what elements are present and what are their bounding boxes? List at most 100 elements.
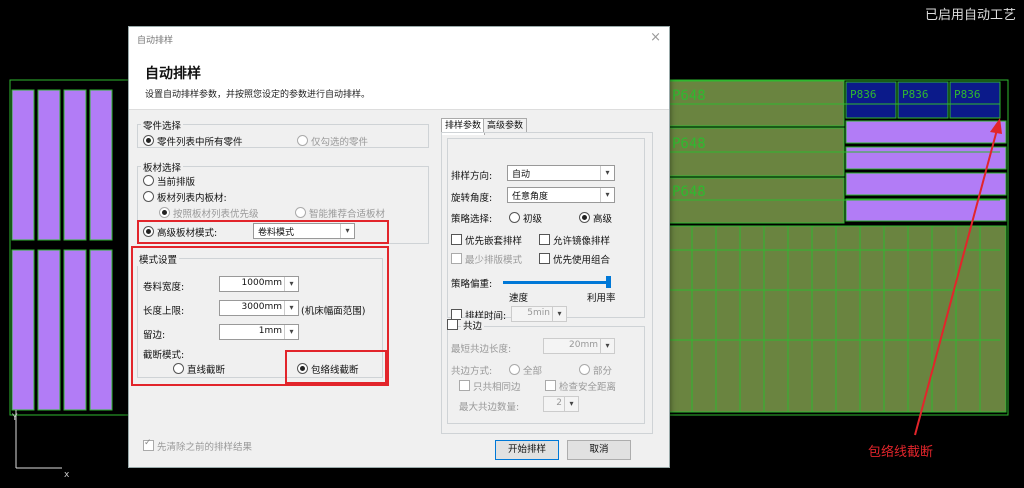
direction-select[interactable]: 自动 ▾ bbox=[507, 165, 615, 181]
parts-right bbox=[667, 80, 1007, 413]
current-sheet-label: 当前排版 bbox=[157, 177, 196, 188]
cancel-button[interactable]: 取消 bbox=[567, 440, 631, 460]
check-safe-label: 检查安全距离 bbox=[559, 382, 617, 393]
envelope-cut-label: 包络线截断 bbox=[311, 365, 359, 376]
max-edge-select[interactable]: 2 ▾ bbox=[543, 396, 579, 412]
smart-radio[interactable] bbox=[295, 207, 306, 218]
part-label-p648-1: P648 bbox=[672, 88, 706, 104]
nest-first-checkbox[interactable] bbox=[451, 234, 462, 245]
length-limit-value: 3000mm bbox=[241, 302, 282, 312]
nesting-time-select[interactable]: 5min ▾ bbox=[511, 306, 567, 322]
priority-label: 按照板材列表优先级 bbox=[173, 209, 259, 220]
strategy-basic-radio[interactable] bbox=[509, 212, 520, 223]
dialog-header: 自动排样 设置自动排样参数，并按照您设定的参数进行自动排样。 bbox=[129, 53, 669, 110]
cut-mode-label: 截断模式: bbox=[143, 350, 185, 361]
all-parts-radio[interactable] bbox=[143, 135, 154, 146]
edge-partial-label: 部分 bbox=[593, 366, 613, 377]
sheet-list-radio[interactable] bbox=[143, 191, 154, 202]
envelope-cut-radio[interactable] bbox=[297, 363, 308, 374]
min-sheet-label: 最少排版模式 bbox=[465, 255, 523, 266]
checked-parts-radio[interactable] bbox=[297, 135, 308, 146]
edge-all-radio[interactable] bbox=[509, 364, 520, 375]
advanced-mode-select[interactable]: 卷料模式 ▾ bbox=[253, 223, 355, 239]
bias-util-label: 利用率 bbox=[587, 293, 616, 304]
part-label-p836-1: P836 bbox=[850, 88, 877, 101]
roll-width-label: 卷料宽度: bbox=[143, 282, 185, 293]
roll-width-select[interactable]: 1000mm ▾ bbox=[219, 276, 299, 292]
dialog-title: 自动排样 bbox=[145, 66, 201, 82]
clear-previous-label: 先清除之前的排样结果 bbox=[157, 442, 253, 453]
length-limit-select[interactable]: 3000mm ▾ bbox=[219, 300, 299, 316]
strategy-advanced-label: 高级 bbox=[593, 214, 613, 225]
nest-first-label: 优先嵌套排样 bbox=[465, 236, 523, 247]
auto-nesting-dialog: 自动排样 × 自动排样 设置自动排样参数，并按照您设定的参数进行自动排样。 零件… bbox=[128, 26, 670, 468]
check-safe-checkbox[interactable] bbox=[545, 380, 556, 391]
auto-process-status: 已启用自动工艺 bbox=[924, 8, 1016, 23]
margin-select[interactable]: 1mm ▾ bbox=[219, 324, 299, 340]
tab-advanced-params[interactable]: 高级参数 bbox=[483, 118, 527, 133]
advanced-mode-label: 高级板材模式: bbox=[157, 228, 218, 239]
edge-partial-radio[interactable] bbox=[579, 364, 590, 375]
min-sheet-checkbox[interactable] bbox=[451, 253, 462, 264]
length-limit-note: (机床幅面范围) bbox=[301, 306, 366, 317]
same-edge-label: 只共相同边 bbox=[473, 382, 521, 393]
bias-label: 策略偏重: bbox=[451, 279, 493, 290]
min-edge-value: 20mm bbox=[569, 340, 598, 350]
allow-mirror-checkbox[interactable] bbox=[539, 234, 550, 245]
checked-parts-label: 仅勾选的零件 bbox=[311, 137, 369, 148]
sheet-selection-label: 板材选择 bbox=[141, 160, 184, 174]
edge-all-label: 全部 bbox=[523, 366, 543, 377]
part-label-p648-3: P648 bbox=[672, 184, 706, 200]
smart-label: 智能推荐合适板材 bbox=[309, 209, 386, 220]
strategy-label: 策略选择: bbox=[451, 214, 493, 225]
common-edge-label: 共边 bbox=[461, 318, 485, 332]
allow-mirror-label: 允许镜像排样 bbox=[553, 236, 611, 247]
min-edge-label: 最短共边长度: bbox=[451, 344, 512, 355]
rotation-label: 旋转角度: bbox=[451, 193, 493, 204]
part-label-p836-3: P836 bbox=[954, 88, 981, 101]
chevron-down-icon: ▾ bbox=[552, 307, 566, 321]
max-edge-label: 最大共边数量: bbox=[459, 402, 520, 413]
direction-label: 排样方向: bbox=[451, 171, 493, 182]
bias-slider-fill bbox=[503, 281, 609, 284]
chevron-down-icon: ▾ bbox=[284, 277, 298, 291]
clear-previous-checkbox[interactable] bbox=[143, 438, 154, 451]
annotation-label: 包络线截断 bbox=[868, 445, 934, 460]
bias-speed-label: 速度 bbox=[509, 293, 529, 304]
margin-label: 留边: bbox=[143, 330, 166, 341]
use-combo-checkbox[interactable] bbox=[539, 253, 550, 264]
common-edge-checkbox[interactable] bbox=[447, 319, 458, 330]
edge-method-label: 共边方式: bbox=[451, 366, 493, 377]
axis-x-label: x bbox=[64, 470, 70, 480]
chevron-down-icon: ▾ bbox=[600, 339, 614, 353]
rotation-select[interactable]: 任意角度 ▾ bbox=[507, 187, 615, 203]
sheet-list-label: 板材列表内板材: bbox=[157, 193, 227, 204]
strategy-basic-label: 初级 bbox=[523, 214, 543, 225]
start-nesting-button[interactable]: 开始排样 bbox=[495, 440, 559, 460]
advanced-mode-value: 卷料模式 bbox=[258, 228, 295, 238]
length-limit-label: 长度上限: bbox=[143, 306, 185, 317]
strategy-advanced-radio[interactable] bbox=[579, 212, 590, 223]
roll-width-value: 1000mm bbox=[241, 278, 282, 288]
advanced-mode-radio[interactable] bbox=[143, 226, 154, 237]
chevron-down-icon: ▾ bbox=[600, 188, 614, 202]
straight-cut-radio[interactable] bbox=[173, 363, 184, 374]
bias-slider[interactable] bbox=[503, 276, 611, 288]
same-edge-checkbox[interactable] bbox=[459, 380, 470, 391]
priority-radio[interactable] bbox=[159, 207, 170, 218]
dialog-body: 零件选择 零件列表中所有零件 仅勾选的零件 板材选择 当前排版 板材列表内板材:… bbox=[129, 110, 669, 467]
window-title: 自动排样 bbox=[137, 36, 174, 46]
use-combo-label: 优先使用组合 bbox=[553, 255, 611, 266]
chevron-down-icon: ▾ bbox=[600, 166, 614, 180]
bias-slider-thumb[interactable] bbox=[606, 276, 611, 288]
rotation-value: 任意角度 bbox=[512, 192, 549, 202]
chevron-down-icon: ▾ bbox=[284, 301, 298, 315]
dialog-description: 设置自动排样参数，并按照您设定的参数进行自动排样。 bbox=[145, 90, 371, 100]
margin-value: 1mm bbox=[258, 326, 282, 336]
part-label-p648-2: P648 bbox=[672, 136, 706, 152]
part-selection-label: 零件选择 bbox=[141, 118, 184, 132]
nesting-time-value: 5min bbox=[527, 308, 550, 318]
close-icon[interactable]: × bbox=[650, 30, 661, 45]
current-sheet-radio[interactable] bbox=[143, 175, 154, 186]
min-edge-select[interactable]: 20mm ▾ bbox=[543, 338, 615, 354]
